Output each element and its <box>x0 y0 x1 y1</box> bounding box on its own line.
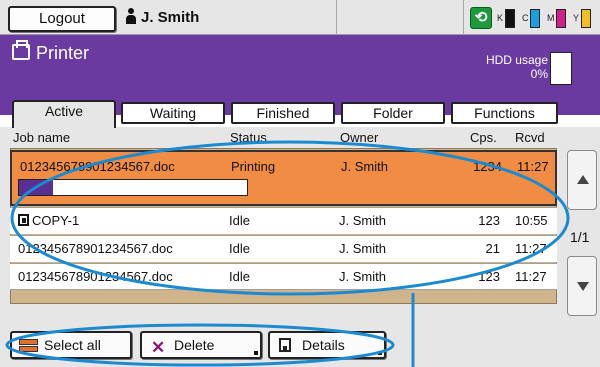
column-header-cps: Cps. <box>470 130 497 145</box>
job-name: 012345678901234567.doc <box>20 159 175 174</box>
job-owner: J. Smith <box>339 241 386 256</box>
job-received-time: 11:27 <box>517 159 549 174</box>
print-progress-fill <box>19 180 54 195</box>
page-indicator: 1/1 <box>570 229 590 245</box>
tab-finished[interactable]: Finished <box>231 102 335 124</box>
hdd-value: 0% <box>530 67 548 81</box>
copy-job-icon <box>18 214 29 226</box>
page-title: Printer <box>12 40 90 64</box>
user-indicator: J. Smith <box>125 7 199 29</box>
tab-functions[interactable]: Functions <box>451 102 558 124</box>
job-name: 012345678901234567.doc <box>18 269 173 284</box>
details-button[interactable]: Details <box>268 331 386 359</box>
tab-waiting[interactable]: Waiting <box>121 102 225 124</box>
ink-bar-y <box>581 9 591 28</box>
select-all-button[interactable]: Select all <box>10 331 132 359</box>
tab-active[interactable]: Active <box>12 100 116 128</box>
job-name: COPY-1 <box>18 213 223 228</box>
hdd-usage: HDD usage 0% <box>462 53 548 81</box>
column-header-rcvd: Rcvd <box>515 130 545 145</box>
job-name-text: COPY-1 <box>32 213 80 228</box>
job-received-time: 10:55 <box>515 213 548 228</box>
ink-letter-m: M <box>547 13 555 23</box>
job-row-selected[interactable]: 012345678901234567.doc Printing J. Smith… <box>10 150 557 206</box>
refresh-icon[interactable]: ⟲ <box>470 7 492 29</box>
select-all-label: Select all <box>44 337 101 353</box>
job-row[interactable]: 012345678901234567.doc Idle J. Smith 123… <box>10 263 557 290</box>
page-title-text: Printer <box>36 43 90 63</box>
details-icon <box>279 338 291 352</box>
job-row[interactable]: COPY-1 Idle J. Smith 123 10:55 <box>10 207 557 234</box>
job-owner: J. Smith <box>341 159 388 174</box>
column-header-owner: Owner <box>340 130 379 145</box>
tab-folder[interactable]: Folder <box>341 102 445 124</box>
hdd-label: HDD usage <box>485 53 548 67</box>
scroll-down-button[interactable] <box>567 256 597 316</box>
more-indicator-icon <box>254 351 258 355</box>
user-icon <box>125 8 136 24</box>
job-received-time: 11:27 <box>515 269 547 284</box>
job-status: Idle <box>229 269 250 284</box>
job-copies: 123 <box>478 213 500 228</box>
column-header-status: Status <box>230 130 267 145</box>
delete-label: Delete <box>174 337 215 353</box>
job-status: Idle <box>229 241 250 256</box>
ink-letter-c: C <box>522 13 529 23</box>
delete-x-icon: ✕ <box>151 338 166 357</box>
ink-bar-k <box>505 9 515 28</box>
job-copies: 21 <box>485 241 500 256</box>
column-header-job-name: Job name <box>13 130 71 145</box>
job-copies: 123 <box>478 269 500 284</box>
ink-levels: ⟲ K C M Y <box>470 7 598 29</box>
select-all-icon <box>19 339 38 352</box>
divider <box>336 0 337 35</box>
job-owner: J. Smith <box>339 213 386 228</box>
scroll-up-button[interactable] <box>567 150 597 210</box>
job-row[interactable]: 012345678901234567.doc Idle J. Smith 21 … <box>10 235 557 262</box>
job-copies: 1234 <box>473 159 502 174</box>
arrow-up-icon <box>577 175 589 184</box>
delete-button[interactable]: ✕ Delete <box>140 331 262 359</box>
job-status: Idle <box>229 213 250 228</box>
details-label: Details <box>302 337 345 353</box>
logout-button[interactable]: Logout <box>8 6 116 32</box>
job-status: Printing <box>231 159 276 174</box>
ink-bar-c <box>530 9 540 28</box>
ink-letter-y: Y <box>573 13 580 23</box>
user-name: J. Smith <box>141 9 200 26</box>
more-indicator-icon <box>378 351 382 355</box>
top-status-bar: Logout J. Smith ⟲ K C M Y <box>0 0 600 35</box>
job-owner: J. Smith <box>339 269 386 284</box>
divider <box>463 0 464 35</box>
job-name: 012345678901234567.doc <box>18 241 173 256</box>
arrow-down-icon <box>577 282 589 291</box>
job-received-time: 11:27 <box>515 241 547 256</box>
printer-icon <box>12 40 30 60</box>
ink-bar-m <box>556 9 566 28</box>
print-progress-bar <box>18 179 248 196</box>
hdd-usage-gauge <box>550 52 572 85</box>
ink-letter-k: K <box>497 13 504 23</box>
